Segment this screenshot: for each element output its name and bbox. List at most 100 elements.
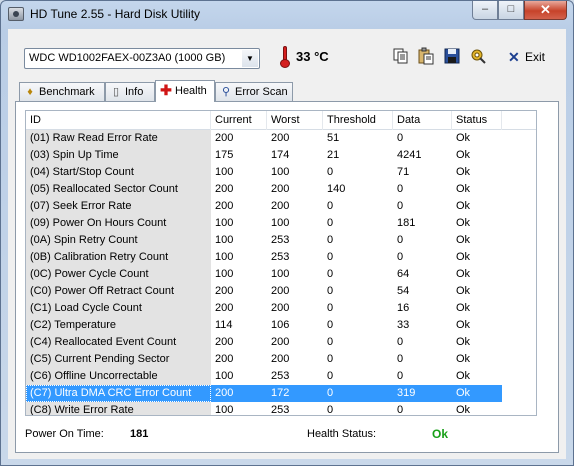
cell-id: (0B) Calibration Retry Count <box>26 249 211 266</box>
tab-info[interactable]: ▯ Info <box>105 82 155 101</box>
table-row[interactable]: (C8) Write Error Rate 100 253 0 0 Ok <box>26 402 536 416</box>
cell-data: 319 <box>393 385 452 402</box>
table-row[interactable]: (C2) Temperature 114 106 0 33 Ok <box>26 317 536 334</box>
save-icon <box>444 48 460 64</box>
tab-benchmark-label: Benchmark <box>39 86 95 98</box>
cell-threshold: 0 <box>327 200 334 212</box>
cell-id: (C0) Power Off Retract Count <box>26 283 211 300</box>
table-row[interactable]: (0A) Spin Retry Count 100 253 0 0 Ok <box>26 232 536 249</box>
temperature-readout: 33 °C <box>296 49 329 64</box>
title-bar[interactable]: HD Tune 2.55 - Hard Disk Utility – □ ✕ <box>1 1 573 29</box>
tab-error-scan[interactable]: ⚲ Error Scan <box>215 82 293 101</box>
table-row[interactable]: (C4) Reallocated Event Count 200 200 0 0 Ok <box>26 334 536 351</box>
cell-current: 200 <box>215 183 234 195</box>
app-window: HD Tune 2.55 - Hard Disk Utility – □ ✕ W… <box>0 0 574 466</box>
tab-benchmark[interactable]: ♦ Benchmark <box>19 82 105 101</box>
cell-status: Ok <box>456 353 471 365</box>
cell-status: Ok <box>456 217 471 229</box>
cell-data: 54 <box>397 285 410 297</box>
toolbar: WDC WD1002FAEX-00Z3A0 (1000 GB) ▼ 33 °C <box>8 29 566 77</box>
cell-worst: 253 <box>271 404 290 416</box>
table-row[interactable]: (0B) Calibration Retry Count 100 253 0 0 Ok <box>26 249 536 266</box>
cell-id: (C8) Write Error Rate <box>26 402 211 415</box>
save-button[interactable] <box>443 47 461 65</box>
cell-status: Ok <box>456 268 471 280</box>
close-icon: ✕ <box>540 2 551 17</box>
column-header-worst[interactable]: Worst <box>267 111 323 130</box>
cell-status: Ok <box>456 319 471 331</box>
cell-worst: 172 <box>267 385 323 402</box>
column-header-current[interactable]: Current <box>211 111 267 130</box>
smart-table[interactable]: ID Current Worst Threshold Data Status (… <box>25 110 537 416</box>
tab-health[interactable]: ✚ Health <box>155 80 215 102</box>
close-button[interactable]: ✕ <box>524 1 567 20</box>
table-row[interactable]: (01) Raw Read Error Rate 200 200 51 0 Ok <box>26 130 536 147</box>
cell-data: 16 <box>397 302 410 314</box>
table-row[interactable]: (05) Reallocated Sector Count 200 200 140 0 O… <box>26 181 536 198</box>
table-row[interactable]: (04) Start/Stop Count 100 100 0 71 Ok <box>26 164 536 181</box>
cell-worst: 200 <box>271 132 290 144</box>
cell-data: 64 <box>397 268 410 280</box>
cell-threshold: 21 <box>327 149 340 161</box>
column-header-id[interactable]: ID <box>26 111 211 130</box>
minimize-button[interactable]: – <box>472 1 498 20</box>
exit-icon: ✕ <box>508 49 520 65</box>
cell-id: (C7) Ultra DMA CRC Error Count <box>26 385 211 402</box>
table-body: (01) Raw Read Error Rate 200 200 51 0 Ok (03) … <box>26 130 536 416</box>
paste-button[interactable] <box>417 47 435 65</box>
cell-worst: 253 <box>271 234 290 246</box>
cell-current: 200 <box>215 200 234 212</box>
cell-status: Ok <box>456 285 471 297</box>
column-header-threshold[interactable]: Threshold <box>323 111 393 130</box>
drive-select[interactable]: WDC WD1002FAEX-00Z3A0 (1000 GB) ▼ <box>24 48 260 69</box>
exit-button[interactable]: ✕ Exit <box>508 49 548 67</box>
power-on-time-value: 181 <box>130 428 149 440</box>
cell-worst: 100 <box>271 217 290 229</box>
chevron-down-icon[interactable]: ▼ <box>242 50 258 67</box>
column-header-status[interactable]: Status <box>452 111 502 130</box>
cell-data: 0 <box>397 336 404 348</box>
copy-button[interactable] <box>392 47 410 65</box>
benchmark-icon: ♦ <box>27 86 33 98</box>
cell-id: (C5) Current Pending Sector <box>26 351 211 368</box>
table-row[interactable]: (C5) Current Pending Sector 200 200 0 0 Ok <box>26 351 536 368</box>
cell-id: (07) Seek Error Rate <box>26 198 211 215</box>
cell-threshold: 0 <box>327 234 334 246</box>
options-button[interactable] <box>469 47 487 65</box>
table-row[interactable]: (0C) Power Cycle Count 100 100 0 64 Ok <box>26 266 536 283</box>
cell-worst: 200 <box>271 183 290 195</box>
cell-status: Ok <box>456 200 471 212</box>
cell-status: Ok <box>456 149 471 161</box>
table-row[interactable]: (09) Power On Hours Count 100 100 0 181 Ok <box>26 215 536 232</box>
table-row[interactable]: (C7) Ultra DMA CRC Error Count 200 172 0 319… <box>26 385 536 402</box>
cell-worst: 200 <box>271 336 290 348</box>
cell-data: 4241 <box>397 149 422 161</box>
table-row[interactable]: (C0) Power Off Retract Count 200 200 0 54 Ok <box>26 283 536 300</box>
health-status-label: Health Status: <box>307 428 377 440</box>
cell-id: (09) Power On Hours Count <box>26 215 211 232</box>
cell-id: (C4) Reallocated Event Count <box>26 334 211 351</box>
cell-id: (C6) Offline Uncorrectable <box>26 368 211 385</box>
cell-current: 100 <box>215 234 234 246</box>
maximize-icon: □ <box>507 3 515 15</box>
column-header-data[interactable]: Data <box>393 111 452 130</box>
cell-status: Ok <box>456 404 471 416</box>
hard-disk-icon[interactable] <box>8 7 24 21</box>
table-row[interactable]: (07) Seek Error Rate 200 200 0 0 Ok <box>26 198 536 215</box>
cell-id: (0C) Power Cycle Count <box>26 266 211 283</box>
maximize-button[interactable]: □ <box>498 1 524 20</box>
table-row[interactable]: (C6) Offline Uncorrectable 100 253 0 0 Ok <box>26 368 536 385</box>
cell-id: (0A) Spin Retry Count <box>26 232 211 249</box>
cell-threshold: 0 <box>327 285 334 297</box>
tab-error-scan-label: Error Scan <box>235 86 288 98</box>
cell-current: 100 <box>215 268 234 280</box>
table-row[interactable]: (C1) Load Cycle Count 200 200 0 16 Ok <box>26 300 536 317</box>
table-row[interactable]: (03) Spin Up Time 175 174 21 4241 Ok <box>26 147 536 164</box>
health-status-value: Ok <box>432 427 449 441</box>
cell-current: 175 <box>215 149 234 161</box>
cell-status: Ok <box>452 385 502 402</box>
cell-threshold: 0 <box>327 166 334 178</box>
cell-threshold: 0 <box>327 336 334 348</box>
cell-id: (01) Raw Read Error Rate <box>26 130 211 147</box>
cell-data: 0 <box>397 353 404 365</box>
